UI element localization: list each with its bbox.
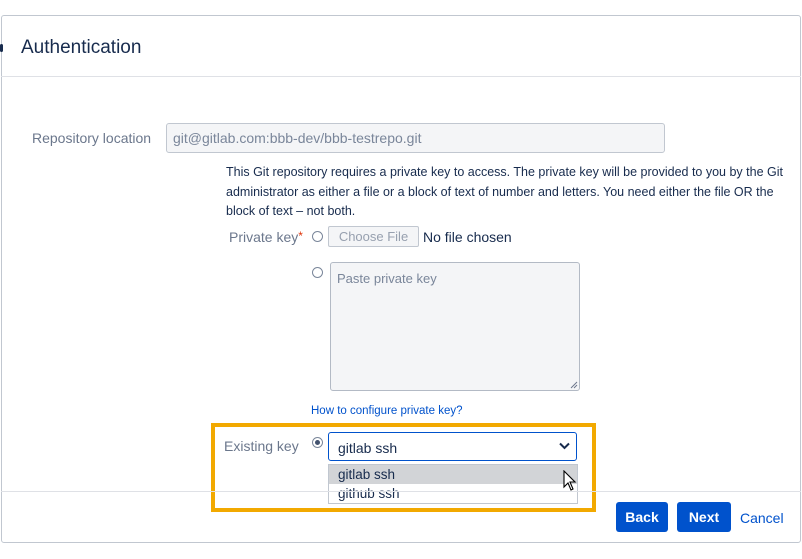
- dropdown-option-github-ssh[interactable]: github ssh: [329, 484, 577, 503]
- existing-key-select[interactable]: gitlab ssh: [328, 432, 577, 461]
- private-key-help-text: This Git repository requires a private k…: [226, 165, 783, 218]
- paste-private-key-textarea[interactable]: Paste private key: [330, 262, 580, 391]
- header-divider: [1, 76, 801, 77]
- paste-private-key-placeholder: Paste private key: [337, 271, 437, 286]
- mouse-pointer-icon: [563, 470, 577, 491]
- repository-location-input: git@gitlab.com:bbb-dev/bbb-testrepo.git: [166, 123, 665, 153]
- cancel-link[interactable]: Cancel: [740, 510, 784, 526]
- next-button[interactable]: Next: [677, 502, 731, 532]
- private-key-file-radio[interactable]: [312, 231, 323, 242]
- existing-key-selected-value: gitlab ssh: [338, 440, 398, 456]
- dropdown-option-gitlab-ssh[interactable]: gitlab ssh: [329, 465, 577, 484]
- footer-divider: [1, 491, 801, 492]
- dialog-edge-marker: [0, 44, 3, 52]
- paste-private-key-radio[interactable]: [312, 267, 323, 278]
- existing-key-dropdown: gitlab ssh github ssh: [328, 464, 578, 504]
- existing-key-label: Existing key: [224, 438, 299, 454]
- how-to-configure-private-key-link[interactable]: How to configure private key?: [311, 405, 463, 417]
- repository-location-label: Repository location: [32, 130, 152, 146]
- back-button[interactable]: Back: [616, 502, 668, 532]
- private-key-label-text: Private key: [229, 229, 299, 245]
- private-key-label: Private key*: [229, 229, 303, 245]
- no-file-chosen-text: No file chosen: [423, 229, 512, 245]
- choose-file-button[interactable]: Choose File: [328, 226, 419, 247]
- existing-key-radio[interactable]: [312, 437, 323, 448]
- chevron-down-icon: [559, 442, 570, 450]
- resize-handle-icon[interactable]: [570, 381, 578, 389]
- dialog-title: Authentication: [21, 37, 142, 58]
- required-marker: *: [298, 229, 303, 243]
